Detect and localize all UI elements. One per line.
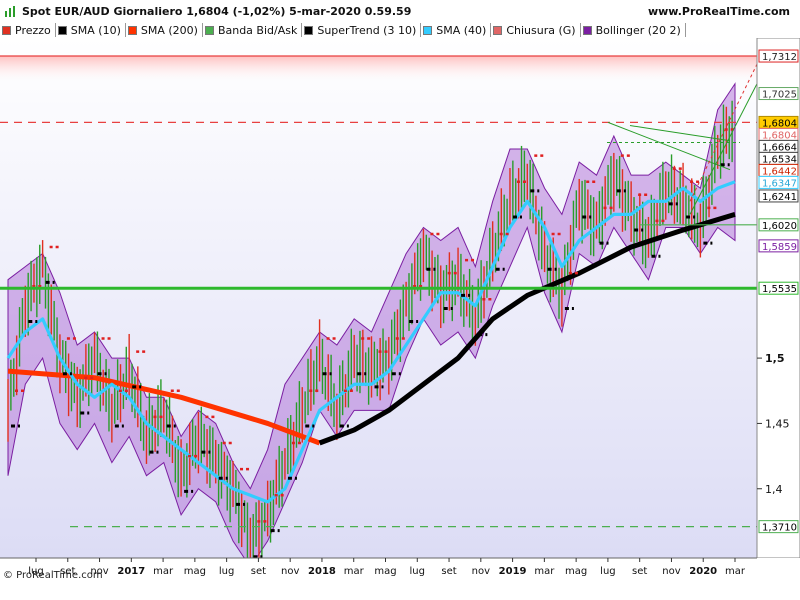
legend-item[interactable]: SMA (10) (56, 23, 126, 37)
site-url[interactable]: www.ProRealTime.com (648, 5, 790, 18)
price-tag-label: 1,3710 (762, 523, 797, 534)
x-tick-label: mar (153, 566, 174, 577)
y-tick-label: 1,5 (765, 352, 785, 365)
legend-label: SuperTrend (3 10) (317, 23, 417, 37)
candle-icon (2, 25, 11, 35)
legend-label: SMA (40) (436, 23, 487, 37)
legend-label: SMA (10) (70, 23, 121, 37)
x-tick-label: mar (534, 566, 555, 577)
x-tick-label: nov (662, 566, 680, 577)
price-tag-label: 1,6804 (762, 118, 797, 129)
y-tick-label: 1,45 (765, 417, 790, 430)
x-tick-label: 2018 (308, 566, 336, 577)
x-axis-panel (0, 558, 800, 600)
chart-icon (5, 6, 15, 17)
bidask-icon (204, 25, 214, 35)
x-tick-label: lug (600, 566, 615, 577)
copyright: © ProRealTime.com (3, 570, 103, 581)
legend-item[interactable]: SMA (200) (126, 23, 203, 37)
sma10-icon (57, 25, 67, 35)
bollinger-icon (582, 25, 592, 35)
x-tick-label: lug (410, 566, 425, 577)
price-tag-label: 1,6241 (762, 192, 797, 203)
x-tick-label: nov (281, 566, 299, 577)
legend-item[interactable]: Chiusura (G) (491, 23, 581, 37)
price-tag-label: 1,7025 (762, 90, 797, 101)
price-tag-label: 1,6020 (762, 221, 797, 232)
price-chart[interactable]: 1,51,451,41,73121,70251,68041,68041,6664… (0, 38, 800, 600)
x-tick-label: 2017 (117, 566, 145, 577)
price-tag-label: 1,7312 (762, 52, 797, 63)
resistance-zone (0, 56, 757, 84)
legend-label: Chiusura (G) (506, 23, 576, 37)
price-tag-label: 1,6442 (762, 166, 797, 177)
x-tick-label: mar (725, 566, 746, 577)
legend-label: Banda Bid/Ask (217, 23, 298, 37)
title-bar: Spot EUR/AUD Giornaliero 1,6804 (-1,02%)… (0, 0, 800, 22)
x-tick-label: mag (374, 566, 396, 577)
y-tick-label: 1,4 (765, 483, 783, 496)
legend-item[interactable]: SMA (40) (421, 23, 492, 37)
sma40-icon (423, 25, 433, 35)
x-tick-label: set (632, 566, 647, 577)
price-tag-label: 1,6664 (762, 142, 797, 153)
price-tag-label: 1,6534 (762, 154, 797, 165)
sma200-icon (127, 25, 137, 35)
legend-label: Bollinger (20 2) (595, 23, 681, 37)
legend-label: SMA (200) (140, 23, 198, 37)
price-tag-label: 1,5535 (762, 284, 797, 295)
x-tick-label: lug (219, 566, 234, 577)
x-tick-label: 2020 (689, 566, 717, 577)
x-tick-label: set (251, 566, 266, 577)
legend-label: Prezzo (15, 23, 51, 37)
x-tick-label: nov (472, 566, 490, 577)
close-icon (493, 25, 503, 35)
price-tag-label: 1,6347 (762, 178, 797, 189)
plot-background (0, 38, 757, 558)
legend-item[interactable]: Bollinger (20 2) (581, 23, 686, 37)
legend-item[interactable]: SuperTrend (3 10) (302, 23, 422, 37)
chart-title: Spot EUR/AUD Giornaliero 1,6804 (-1,02%)… (22, 5, 412, 18)
legend-item[interactable]: Prezzo (0, 23, 56, 37)
x-tick-label: set (441, 566, 456, 577)
x-tick-label: 2019 (499, 566, 527, 577)
legend-item[interactable]: Banda Bid/Ask (203, 23, 303, 37)
x-tick-label: mar (344, 566, 365, 577)
price-tag-label: 1,5859 (762, 242, 797, 253)
price-tag-label: 1,6804 (762, 130, 797, 141)
x-tick-label: mag (565, 566, 587, 577)
supertrend-icon (304, 25, 314, 35)
x-tick-label: mag (184, 566, 206, 577)
indicator-legend: Prezzo SMA (10) SMA (200) Banda Bid/Ask Supe… (0, 22, 800, 38)
